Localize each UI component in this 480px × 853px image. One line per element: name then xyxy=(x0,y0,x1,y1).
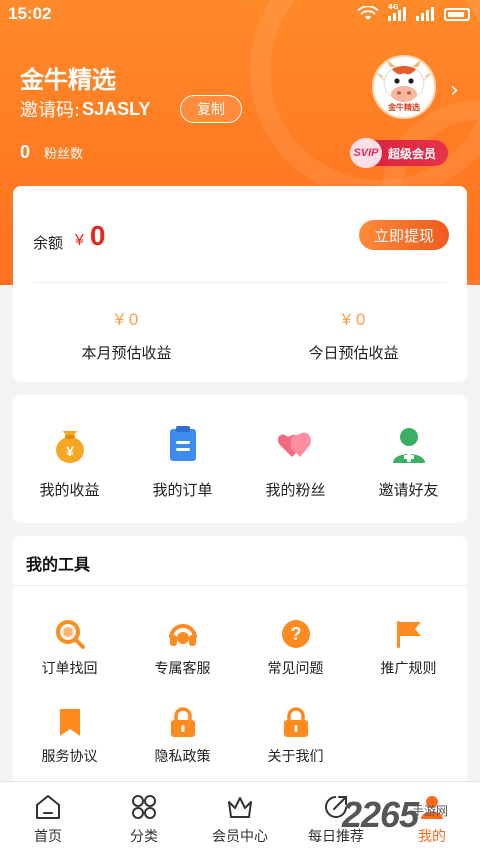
invite-line: 邀请码: SJASLY xyxy=(20,96,150,122)
battery-icon xyxy=(444,7,470,21)
lock-icon xyxy=(167,706,199,738)
lock-icon xyxy=(280,706,312,738)
nav-label: 分类 xyxy=(130,829,158,845)
status-icons: 4G xyxy=(358,3,470,22)
clipboard-icon xyxy=(161,423,205,467)
status-time: 15:02 xyxy=(8,4,52,23)
fans-label: 粉丝数 xyxy=(44,147,84,162)
nav-item-member-center[interactable]: 会员中心 xyxy=(192,782,288,853)
tool-label: 专属客服 xyxy=(154,661,211,677)
balance-card: 余额 ¥ 0 立即提现 ¥ 0 本月预估收益 ¥ 0 今日预估收益 xyxy=(13,186,467,382)
svip-icon: SVIP xyxy=(350,138,382,168)
tool-label: 隐私政策 xyxy=(154,749,211,765)
bookmark-icon xyxy=(54,706,86,738)
flag-icon xyxy=(393,618,425,650)
divider xyxy=(33,282,447,283)
tool-item-privacy-policy[interactable]: 隐私政策 xyxy=(126,706,239,766)
withdraw-button[interactable]: 立即提现 xyxy=(359,220,449,250)
month-estimate-label: 本月预估收益 xyxy=(81,344,172,362)
add-user-icon xyxy=(387,423,431,467)
hearts-icon xyxy=(274,423,318,467)
tool-label: 服务协议 xyxy=(41,749,98,765)
svip-label: 超级会员 xyxy=(388,146,437,161)
svg-text:¥: ¥ xyxy=(66,443,74,459)
signal-icon-2 xyxy=(416,7,434,21)
month-estimate-value: ¥ 0 xyxy=(114,310,139,329)
avatar[interactable]: 金牛精选 xyxy=(372,55,436,119)
app-title: 金牛精选 xyxy=(20,66,116,94)
quick-item-label: 邀请好友 xyxy=(378,481,439,499)
quick-item-label: 我的粉丝 xyxy=(265,481,326,499)
tool-item-order-recovery[interactable]: 订单找回 xyxy=(13,618,126,678)
divider xyxy=(13,585,467,586)
watermark: 2265 手游网 xyxy=(342,794,448,836)
quick-item-invite[interactable]: 邀请好友 xyxy=(352,423,465,500)
watermark-number: 2265 xyxy=(342,794,419,835)
balance-label: 余额 xyxy=(33,234,64,252)
tool-label: 关于我们 xyxy=(267,749,324,765)
today-estimate-label: 今日预估收益 xyxy=(308,344,399,362)
quick-item-earnings[interactable]: ¥ 我的收益 xyxy=(13,423,126,500)
avatar-caption: 金牛精选 xyxy=(388,103,420,112)
quick-item-fans[interactable]: 我的粉丝 xyxy=(239,423,352,500)
month-estimate[interactable]: ¥ 0 本月预估收益 xyxy=(13,310,240,363)
today-estimate[interactable]: ¥ 0 今日预估收益 xyxy=(240,310,467,363)
invite-label: 邀请码: xyxy=(20,100,81,121)
nav-label: 首页 xyxy=(34,829,62,845)
quick-item-label: 我的收益 xyxy=(39,481,100,499)
money-bag-icon: ¥ xyxy=(48,423,92,467)
tool-item-about-us[interactable]: 关于我们 xyxy=(239,706,352,766)
tool-item-faq[interactable]: ? 常见问题 xyxy=(239,618,352,678)
fans-count-row[interactable]: 0 粉丝数 xyxy=(20,142,83,163)
tools-card: 我的工具 订单找回 专属客服 ? 常见问题 推广规则 服务协议 隐私政策 关于我… xyxy=(13,536,467,786)
home-icon xyxy=(33,792,63,822)
crown-icon xyxy=(225,792,255,822)
nav-item-home[interactable]: 首页 xyxy=(0,782,96,853)
headset-icon xyxy=(167,618,199,650)
tool-label: 订单找回 xyxy=(41,661,98,677)
quick-item-orders[interactable]: 我的订单 xyxy=(126,423,239,500)
balance-value: ¥ 0 xyxy=(75,220,105,252)
chevron-right-icon[interactable]: › xyxy=(450,78,459,103)
balance-currency: ¥ xyxy=(75,232,84,249)
tool-item-promotion-rules[interactable]: 推广规则 xyxy=(352,618,465,678)
today-estimate-value: ¥ 0 xyxy=(341,310,366,329)
tool-item-customer-service[interactable]: 专属客服 xyxy=(126,618,239,678)
wifi-icon xyxy=(358,6,378,20)
signal-icon: 4G xyxy=(388,3,406,21)
nav-label: 会员中心 xyxy=(212,829,268,845)
copy-button[interactable]: 复制 xyxy=(180,95,242,123)
balance-amount: 0 xyxy=(89,220,106,251)
tool-label: 推广规则 xyxy=(380,661,437,677)
fans-count: 0 xyxy=(20,142,31,162)
status-bar: 15:02 4G xyxy=(0,0,480,30)
tool-item-service-agreement[interactable]: 服务协议 xyxy=(13,706,126,766)
quick-item-label: 我的订单 xyxy=(152,481,213,499)
invite-code: SJASLY xyxy=(82,98,151,119)
search-icon xyxy=(54,618,86,650)
tool-label: 常见问题 xyxy=(267,661,324,677)
network-type: 4G xyxy=(388,3,399,11)
svg-text:?: ? xyxy=(290,624,301,644)
question-icon: ? xyxy=(280,618,312,650)
watermark-text: 手游网 xyxy=(412,804,449,818)
svip-badge[interactable]: SVIP 超级会员 xyxy=(350,138,448,168)
nav-item-category[interactable]: 分类 xyxy=(96,782,192,853)
tools-title: 我的工具 xyxy=(26,555,91,574)
quick-actions-card: ¥ 我的收益 我的订单 我的粉丝 邀请好友 xyxy=(13,395,467,523)
category-icon xyxy=(129,792,159,822)
